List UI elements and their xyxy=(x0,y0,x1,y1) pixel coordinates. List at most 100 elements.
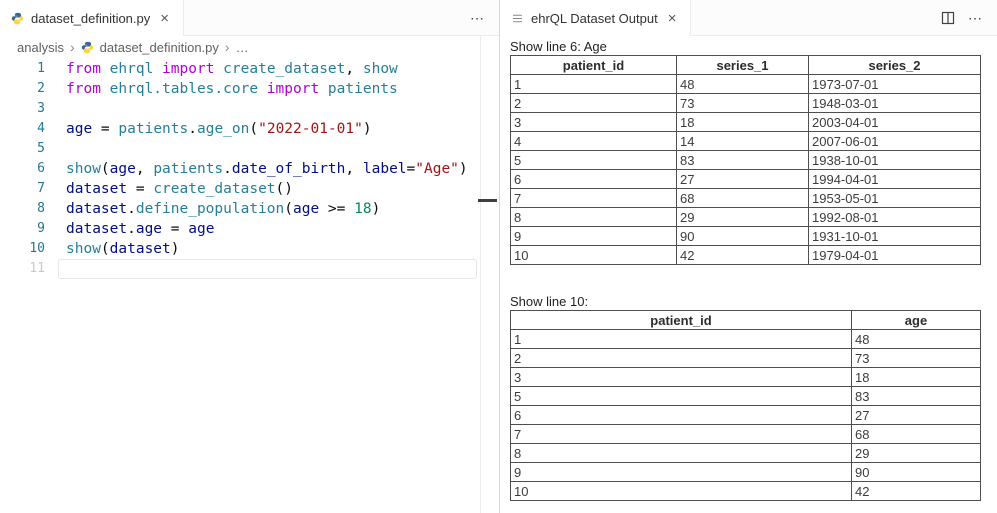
breadcrumb-item-file[interactable]: dataset_definition.py xyxy=(100,40,219,55)
table-header-row: patient_idage xyxy=(511,311,981,330)
table-cell: 2 xyxy=(511,94,677,113)
tab-dataset-definition[interactable]: dataset_definition.py × xyxy=(0,0,184,36)
code-line: 1from ehrql import create_dataset, show xyxy=(0,59,499,79)
table-cell: 5 xyxy=(511,387,852,406)
python-icon xyxy=(81,41,94,54)
table-cell: 6 xyxy=(511,170,677,189)
chevron-right-icon: › xyxy=(70,39,75,55)
table-cell: 90 xyxy=(677,227,809,246)
table-cell: 14 xyxy=(677,132,809,151)
table-cell: 68 xyxy=(677,189,809,208)
tab-ehrql-dataset-output[interactable]: ehrQL Dataset Output × xyxy=(500,0,691,36)
line-number: 5 xyxy=(0,139,45,159)
table-row: 4142007-06-01 xyxy=(511,132,981,151)
table-cell: 42 xyxy=(852,482,981,501)
table-cell: 3 xyxy=(511,113,677,132)
table-cell: 18 xyxy=(677,113,809,132)
table-cell: 1931-10-01 xyxy=(809,227,981,246)
table-cell: 1992-08-01 xyxy=(809,208,981,227)
table-cell: 90 xyxy=(852,463,981,482)
table-row: 1481973-07-01 xyxy=(511,75,981,94)
table-cell: 2007-06-01 xyxy=(809,132,981,151)
line-number: 6 xyxy=(0,159,45,179)
table-row: 273 xyxy=(511,349,981,368)
table-row: 627 xyxy=(511,406,981,425)
table-row: 9901931-10-01 xyxy=(511,227,981,246)
table-cell: 83 xyxy=(852,387,981,406)
table-cell: 8 xyxy=(511,208,677,227)
table-cell: 83 xyxy=(677,151,809,170)
table-cell: 42 xyxy=(677,246,809,265)
left-tab-bar: dataset_definition.py × ⋯ xyxy=(0,0,499,36)
table-cell: 10 xyxy=(511,246,677,265)
table-row: 3182003-04-01 xyxy=(511,113,981,132)
right-tab-bar: ehrQL Dataset Output × ⋯ xyxy=(500,0,997,36)
table-row: 2731948-03-01 xyxy=(511,94,981,113)
table-row: 10421979-04-01 xyxy=(511,246,981,265)
more-actions-icon[interactable]: ⋯ xyxy=(968,10,983,27)
table-cell: 29 xyxy=(677,208,809,227)
more-actions-icon[interactable]: ⋯ xyxy=(470,10,485,27)
table-cell: 73 xyxy=(852,349,981,368)
code-line-text: show(dataset) xyxy=(45,239,180,259)
table-cell: 1948-03-01 xyxy=(809,94,981,113)
table-cell: 1994-04-01 xyxy=(809,170,981,189)
table-cell: 10 xyxy=(511,482,852,501)
code-line-text: age = patients.age_on("2022-01-01") xyxy=(45,119,372,139)
code-line-text: dataset = create_dataset() xyxy=(45,179,293,199)
table-cell: 1 xyxy=(511,75,677,94)
chevron-right-icon: › xyxy=(225,39,230,55)
split-editor-icon[interactable] xyxy=(940,10,956,26)
table-cell: 48 xyxy=(677,75,809,94)
code-line-text: dataset.age = age xyxy=(45,219,214,239)
table-cell: 1 xyxy=(511,330,852,349)
breadcrumb-item-analysis[interactable]: analysis xyxy=(17,40,64,55)
code-line: 2from ehrql.tables.core import patients xyxy=(0,79,499,99)
table-cell: 73 xyxy=(677,94,809,113)
table-row: 318 xyxy=(511,368,981,387)
code-line: 7dataset = create_dataset() xyxy=(0,179,499,199)
table-row: 7681953-05-01 xyxy=(511,189,981,208)
table-cell: 9 xyxy=(511,227,677,246)
code-editor[interactable]: 1from ehrql import create_dataset, show2… xyxy=(0,58,499,279)
editor-group-left: dataset_definition.py × ⋯ analysis › dat… xyxy=(0,0,500,513)
table-row: 583 xyxy=(511,387,981,406)
line-number: 2 xyxy=(0,79,45,99)
close-icon[interactable]: × xyxy=(665,10,680,27)
line-number: 10 xyxy=(0,239,45,259)
section-heading: Show line 6: Age xyxy=(510,39,997,54)
code-line: 11 xyxy=(0,259,499,279)
output-table: patient_idseries_1series_21481973-07-012… xyxy=(510,55,981,265)
code-line-text: show(age, patients.date_of_birth, label=… xyxy=(45,159,468,179)
table-row: 768 xyxy=(511,425,981,444)
code-line: 10show(dataset) xyxy=(0,239,499,259)
overview-ruler-cursor-marker[interactable] xyxy=(478,199,497,202)
table-row: 829 xyxy=(511,444,981,463)
table-cell: 1979-04-01 xyxy=(809,246,981,265)
table-cell: 9 xyxy=(511,463,852,482)
table-cell: 1938-10-01 xyxy=(809,151,981,170)
tab-label: ehrQL Dataset Output xyxy=(531,11,658,26)
table-cell: 48 xyxy=(852,330,981,349)
python-icon xyxy=(11,12,24,25)
close-icon[interactable]: × xyxy=(157,10,172,27)
code-line-text xyxy=(45,139,66,159)
output-panel: Show line 6: Agepatient_idseries_1series… xyxy=(500,36,997,501)
line-number: 1 xyxy=(0,59,45,79)
table-row: 148 xyxy=(511,330,981,349)
code-line-text xyxy=(45,259,66,279)
output-section: Show line 10:patient_idage14827331858362… xyxy=(510,294,997,501)
line-number: 8 xyxy=(0,199,45,219)
output-table: patient_idage148273318583627768829990104… xyxy=(510,310,981,501)
table-cell: 2003-04-01 xyxy=(809,113,981,132)
column-header: patient_id xyxy=(511,56,677,75)
table-cell: 1953-05-01 xyxy=(809,189,981,208)
table-cell: 27 xyxy=(852,406,981,425)
breadcrumb-item-symbols[interactable]: … xyxy=(236,40,249,55)
code-line: 3 xyxy=(0,99,499,119)
table-cell: 29 xyxy=(852,444,981,463)
line-number: 7 xyxy=(0,179,45,199)
table-row: 5831938-10-01 xyxy=(511,151,981,170)
line-number: 9 xyxy=(0,219,45,239)
column-header: series_2 xyxy=(809,56,981,75)
